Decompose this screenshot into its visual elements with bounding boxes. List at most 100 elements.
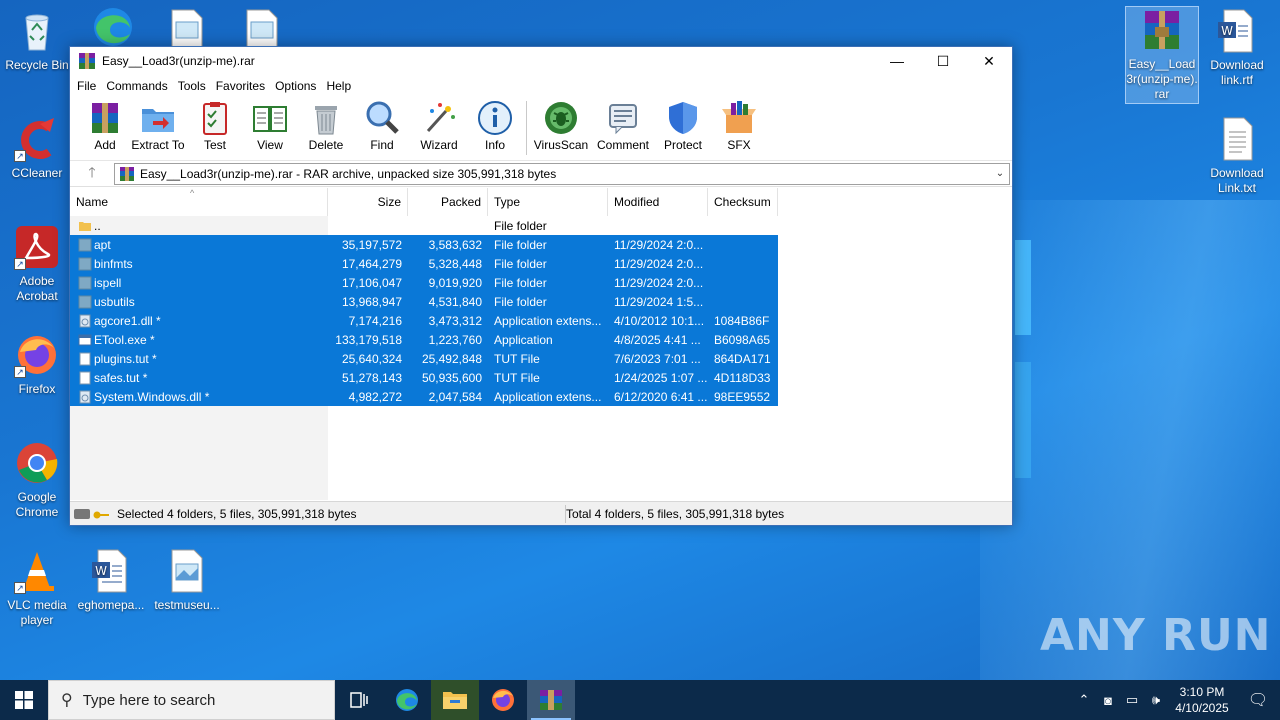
info-button[interactable]: Info	[470, 97, 520, 161]
winrar-window: Easy__Load3r(unzip-me).rar — ☐ ✕ File Co…	[69, 46, 1013, 526]
desktop-icon-ccleaner[interactable]: ↗ CCleaner	[0, 116, 74, 181]
svg-text:W: W	[95, 564, 107, 578]
desktop-icon-download-link-txt[interactable]: Download Link.txt	[1200, 116, 1274, 196]
cell-size: 13,968,947	[341, 294, 402, 309]
table-row[interactable]: binfmts 17,464,279 5,328,448 File folder 11/…	[70, 254, 778, 273]
taskbar-edge[interactable]	[383, 680, 431, 720]
menu-tools[interactable]: Tools	[173, 79, 211, 93]
taskbar-clock[interactable]: 3:10 PM 4/10/2025	[1168, 684, 1236, 716]
dll-file-icon	[78, 314, 92, 328]
desktop-icon-firefox[interactable]: ↗ Firefox	[0, 332, 74, 397]
cell-modified: 7/6/2023 7:01 ...	[614, 351, 701, 366]
chevron-down-icon[interactable]: ⌄	[991, 168, 1009, 179]
volume-icon[interactable]: 🕪	[1144, 692, 1168, 708]
cell-size: 17,106,047	[341, 275, 402, 290]
minimize-button[interactable]: —	[874, 47, 920, 75]
menu-help[interactable]: Help	[321, 79, 356, 93]
table-row[interactable]: safes.tut * 51,278,143 50,935,600 TUT File 1…	[70, 368, 778, 387]
word-document-icon: W	[88, 548, 134, 594]
vlc-cone-icon: ↗	[14, 548, 60, 594]
desktop-icon-recycle-bin[interactable]: Recycle Bin	[0, 8, 74, 73]
column-header-name[interactable]: Name ^	[70, 188, 328, 216]
file-list: Name ^ Size Packed Type Modified Checksum…	[70, 188, 1012, 500]
system-tray: ⌃ ◙ ▭ 🕪 3:10 PM 4/10/2025 🗨	[1072, 680, 1280, 720]
desktop-icon-adobe-acrobat[interactable]: ↗ Adobe Acrobat	[0, 224, 74, 304]
maximize-button[interactable]: ☐	[920, 47, 966, 75]
taskbar-file-explorer[interactable]	[431, 680, 479, 720]
edge-icon	[396, 689, 418, 711]
cell-packed: 9,019,920	[428, 275, 482, 290]
menu-favorites[interactable]: Favorites	[211, 79, 270, 93]
table-row[interactable]: plugins.tut * 25,640,324 25,492,848 TUT Fil…	[70, 349, 778, 368]
column-header-packed[interactable]: Packed	[408, 188, 488, 216]
chevron-up-icon[interactable]: ⌃	[1072, 692, 1096, 708]
start-button[interactable]	[0, 680, 48, 720]
cell-name: System.Windows.dll *	[70, 390, 328, 404]
task-view-button[interactable]	[335, 680, 383, 720]
taskbar-winrar[interactable]	[527, 680, 575, 720]
info-icon	[478, 101, 512, 135]
desktop-icon-label: Recycle Bin	[5, 58, 69, 72]
meet-now-icon[interactable]: ◙	[1096, 693, 1120, 708]
virusscan-button[interactable]: VirusScan	[533, 97, 589, 161]
folder-icon	[78, 238, 92, 252]
winrar-archive-icon	[119, 166, 135, 182]
table-row[interactable]: ispell 17,106,047 9,019,920 File folder 11/2…	[70, 273, 778, 292]
desktop-icon-eghomepage[interactable]: W eghomepa...	[74, 548, 148, 613]
close-button[interactable]: ✕	[966, 47, 1012, 75]
protect-button[interactable]: Protect	[657, 97, 709, 161]
cell-packed: 50,935,600	[421, 370, 482, 385]
parent-folder-row[interactable]: .. File folder	[70, 216, 778, 235]
address-bar[interactable]: Easy__Load3r(unzip-me).rar - RAR archive…	[114, 162, 1010, 185]
title-bar[interactable]: Easy__Load3r(unzip-me).rar — ☐ ✕	[70, 47, 1012, 75]
view-book-icon	[253, 106, 287, 132]
up-arrow-icon[interactable]: 🡑	[70, 162, 114, 186]
wizard-button[interactable]: Wizard	[412, 97, 466, 161]
add-button[interactable]: Add	[84, 97, 126, 161]
table-row[interactable]: ETool.exe * 133,179,518 1,223,760 Applicati…	[70, 330, 778, 349]
menu-commands[interactable]: Commands	[101, 79, 172, 93]
file-name: ..	[94, 218, 101, 233]
notification-icon[interactable]: 🗨	[1236, 690, 1280, 710]
view-button[interactable]: View	[244, 97, 296, 161]
virusscan-icon	[545, 102, 577, 134]
sfx-button[interactable]: SFX	[713, 97, 765, 161]
desktop-icon-vlc[interactable]: ↗ VLC media player	[0, 548, 74, 628]
folder-icon	[78, 276, 92, 290]
cell-modified: 11/29/2024 2:0...	[614, 237, 704, 252]
cell-type: Application extens...	[494, 313, 602, 328]
column-header-checksum[interactable]: Checksum	[708, 188, 778, 216]
extract-to-button[interactable]: Extract To	[130, 97, 186, 161]
search-icon: ⚲	[61, 692, 73, 709]
desktop-icon-testmuseum[interactable]: testmuseu...	[150, 548, 224, 613]
delete-button[interactable]: Delete	[300, 97, 352, 161]
test-button[interactable]: Test	[190, 97, 240, 161]
desktop-icon-rar-archive[interactable]: Easy__Load3r(unzip-me).rar	[1125, 6, 1199, 104]
address-text: Easy__Load3r(unzip-me).rar - RAR archive…	[140, 166, 557, 181]
file-name: binfmts	[94, 256, 133, 271]
desktop-icon-label: Easy__Load3r(unzip-me).rar	[1126, 57, 1198, 101]
cell-modified: 11/29/2024 2:0...	[614, 275, 704, 290]
menu-options[interactable]: Options	[270, 79, 321, 93]
table-row[interactable]: agcore1.dll * 7,174,216 3,473,312 Applicati…	[70, 311, 778, 330]
status-selection: Selected 4 folders, 5 files, 305,991,318…	[70, 504, 566, 523]
extract-folder-icon	[142, 109, 174, 132]
network-icon[interactable]: ▭	[1120, 692, 1144, 708]
menu-file[interactable]: File	[72, 79, 101, 93]
find-button[interactable]: Find	[356, 97, 408, 161]
desktop-icon-label: Google Chrome	[15, 490, 59, 519]
column-header-size[interactable]: Size	[328, 188, 408, 216]
comment-button[interactable]: Comment	[593, 97, 653, 161]
column-header-type[interactable]: Type	[488, 188, 608, 216]
desktop-icon-google-chrome[interactable]: Google Chrome	[0, 440, 74, 520]
taskbar-search-box[interactable]: ⚲ Type here to search	[48, 680, 335, 720]
column-header-modified[interactable]: Modified	[608, 188, 708, 216]
window-title: Easy__Load3r(unzip-me).rar	[102, 54, 255, 68]
table-row[interactable]: apt 35,197,572 3,583,632 File folder 11/29/2…	[70, 235, 778, 254]
delete-trash-icon	[315, 106, 337, 135]
taskbar-firefox[interactable]	[479, 680, 527, 720]
table-row[interactable]: usbutils 13,968,947 4,531,840 File folder 11…	[70, 292, 778, 311]
windows-logo-icon	[15, 691, 33, 709]
table-row[interactable]: System.Windows.dll * 4,982,272 2,047,584 Ap…	[70, 387, 778, 406]
desktop-icon-download-link-rtf[interactable]: W Download link.rtf	[1200, 8, 1274, 88]
